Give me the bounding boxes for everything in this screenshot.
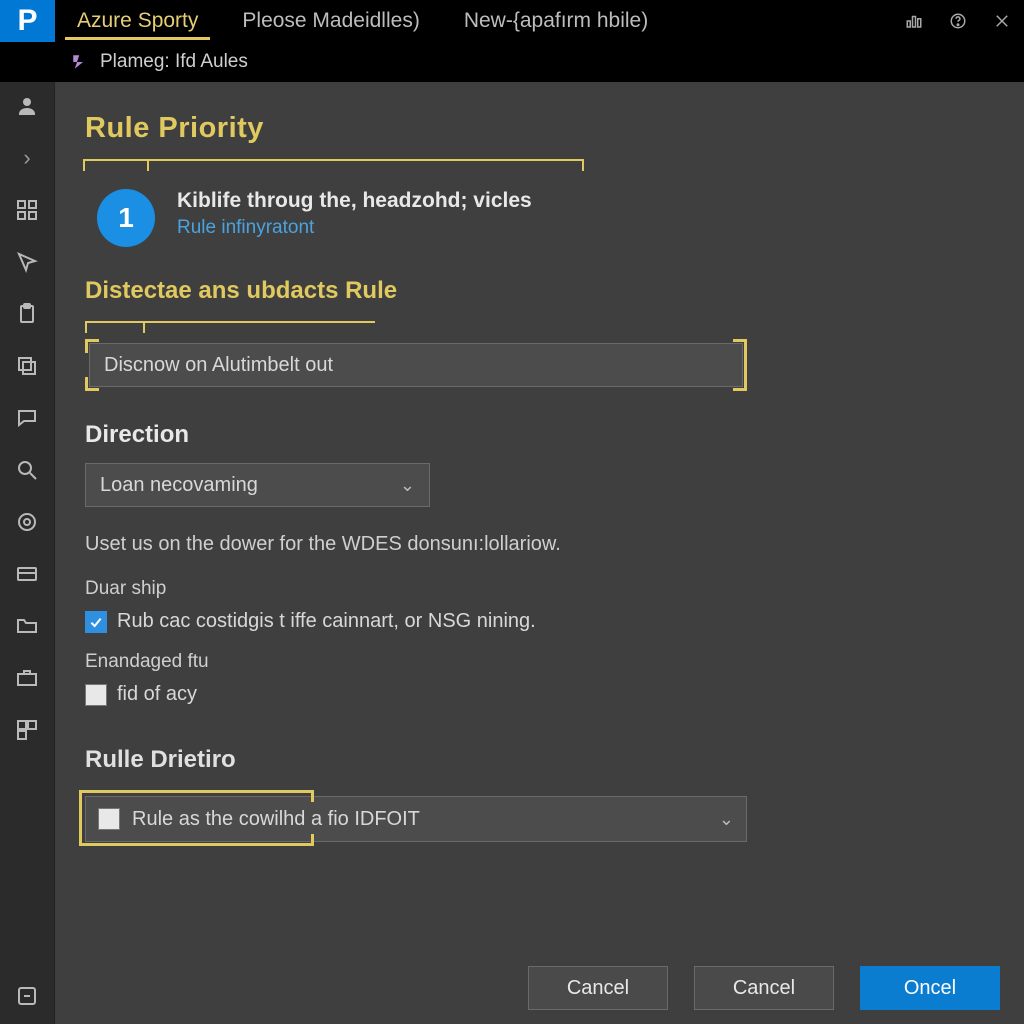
heading-underline [85,159,994,165]
grid-icon[interactable] [13,196,41,224]
briefcase-icon[interactable] [13,664,41,692]
chart-icon[interactable] [892,0,936,42]
direction-selected-value: Loan necovaming [100,474,258,497]
dialog-footer: Cancel Cancel Oncel [528,966,1000,1010]
duplicate-icon[interactable] [13,352,41,380]
help-icon[interactable] [936,0,980,42]
priority-item-link[interactable]: Rule infinyratont [177,217,532,239]
dist-rule-heading: Distectae ans ubdacts Rule [85,277,994,305]
chat-icon[interactable] [13,404,41,432]
priority-badge: 1 [97,189,155,247]
checkbox-duar-ship-label: Rub cac costidgis t iffe cainnart, or NS… [117,610,536,633]
rule-select-text: Rule as the cowilhd a fio IDFOIT [132,808,420,831]
clipboard-icon[interactable] [13,300,41,328]
tab-pleose[interactable]: Pleose Madeidlles) [220,0,441,42]
direction-helper-text: Uset us on the dower for the WDES donsun… [85,533,994,556]
tab-new[interactable]: New-{apafırm hbile) [442,0,670,42]
card-icon[interactable] [13,560,41,588]
direction-heading: Direction [85,421,994,449]
window-tabbar: P Azure Sporty Pleose Madeidlles) New-{a… [0,0,1024,42]
rule-drietiro-select[interactable]: Rule as the cowilhd a fio IDFOIT ⌄ [85,796,747,842]
settings-icon[interactable] [13,982,41,1010]
chevron-down-icon: ⌄ [719,809,734,830]
priority-item: 1 Kiblife throug the, headzohd; vicles R… [97,189,994,247]
breadcrumb-app-icon [70,52,90,72]
dist-input-highlight [85,339,747,391]
target-icon[interactable] [13,508,41,536]
chevron-right-icon[interactable]: › [13,144,41,172]
checkbox-duar-ship[interactable] [85,611,107,633]
tab-azure-sporty[interactable]: Azure Sporty [55,0,220,42]
extensions-icon[interactable] [13,716,41,744]
dist-underline [85,321,994,327]
dist-rule-input[interactable] [89,343,743,387]
folder-icon[interactable] [13,612,41,640]
user-icon[interactable] [13,92,41,120]
activity-rail: › [0,82,55,1024]
cancel-button[interactable]: Cancel [528,966,668,1010]
chevron-down-icon: ⌄ [400,475,415,496]
priority-item-text: Kiblife throug the, headzohd; vicles [177,189,532,213]
rule-priority-heading: Rule Priority [85,112,994,145]
checkbox-enandaged-label: fid of acy [117,683,197,706]
group1-label: Duar ship [85,578,994,600]
cancel-button-2[interactable]: Cancel [694,966,834,1010]
search-icon[interactable] [13,456,41,484]
checkbox-enandaged[interactable] [85,684,107,706]
breadcrumb: Plameg: Ifd Aules [0,42,1024,82]
close-icon[interactable] [980,0,1024,42]
direction-select[interactable]: Loan necovaming ⌄ [85,463,430,507]
app-logo: P [0,0,55,42]
cursor-icon[interactable] [13,248,41,276]
ok-button[interactable]: Oncel [860,966,1000,1010]
group2-label: Enandaged ftu [85,651,994,673]
breadcrumb-label: Plameg: Ifd Aules [100,51,248,73]
rule-drietiro-heading: Rulle Drietiro [85,746,994,774]
rule-select-checkbox[interactable] [98,808,120,830]
main-panel: Rule Priority 1 Kiblife throug the, head… [55,82,1024,1024]
